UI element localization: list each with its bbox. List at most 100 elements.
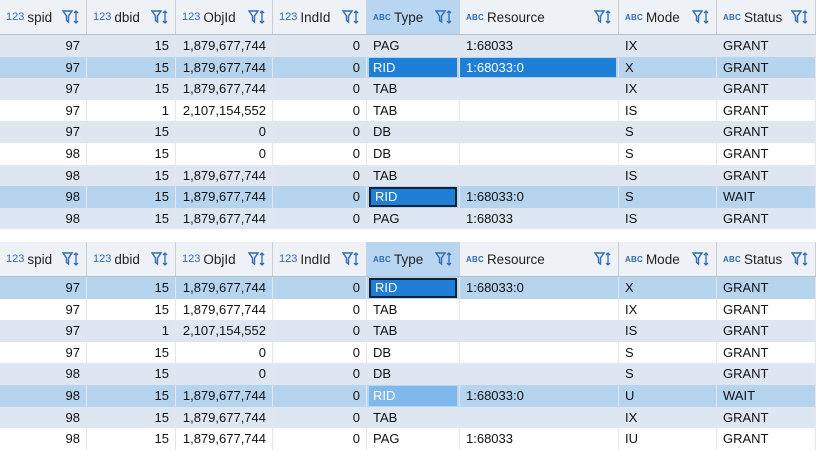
- cell-resource[interactable]: [460, 121, 619, 143]
- cell-status[interactable]: GRANT: [717, 298, 816, 321]
- cell-mode[interactable]: IX: [619, 406, 717, 429]
- cell-spid[interactable]: 97: [0, 320, 87, 342]
- cell-indid[interactable]: 0: [273, 164, 367, 187]
- column-header-spid[interactable]: 123 spid: [0, 242, 87, 276]
- filter-sort-icon[interactable]: [151, 251, 169, 267]
- cell-status[interactable]: WAIT: [717, 384, 816, 407]
- cell-dbid[interactable]: 15: [87, 78, 176, 100]
- cell-objid[interactable]: 0: [176, 121, 273, 143]
- cell-spid[interactable]: 97: [0, 277, 87, 299]
- cell-dbid[interactable]: 15: [87, 186, 176, 208]
- cell-type[interactable]: TAB: [367, 164, 460, 187]
- cell-status[interactable]: GRANT: [717, 406, 816, 429]
- cell-resource[interactable]: 1:68033:0: [460, 384, 619, 407]
- cell-type[interactable]: RID: [367, 384, 460, 407]
- cell-dbid[interactable]: 15: [87, 207, 176, 230]
- cell-type[interactable]: TAB: [367, 320, 460, 342]
- cell-objid[interactable]: 0: [176, 363, 273, 385]
- cell-spid[interactable]: 97: [0, 56, 87, 79]
- cell-resource[interactable]: [460, 406, 619, 429]
- cell-resource[interactable]: [460, 78, 619, 100]
- cell-type[interactable]: RID: [367, 277, 460, 299]
- cell-spid[interactable]: 98: [0, 186, 87, 208]
- cell-type[interactable]: TAB: [367, 406, 460, 429]
- cell-mode[interactable]: IS: [619, 320, 717, 342]
- cell-mode[interactable]: X: [619, 56, 717, 79]
- cell-objid[interactable]: 2,107,154,552: [176, 99, 273, 122]
- cell-dbid[interactable]: 15: [87, 384, 176, 407]
- cell-indid[interactable]: 0: [273, 320, 367, 342]
- table-row[interactable]: 97 15 0 0 DB S GRANT: [0, 341, 816, 364]
- cell-spid[interactable]: 97: [0, 121, 87, 143]
- cell-indid[interactable]: 0: [273, 142, 367, 165]
- table-row[interactable]: 98 15 1,879,677,744 0 RID 1:68033:0 U WAIT: [0, 384, 816, 407]
- filter-sort-icon[interactable]: [342, 9, 360, 25]
- cell-type[interactable]: PAG: [367, 207, 460, 230]
- cell-status[interactable]: GRANT: [717, 99, 816, 122]
- cell-resource[interactable]: [460, 320, 619, 342]
- cell-status[interactable]: GRANT: [717, 277, 816, 299]
- cell-dbid[interactable]: 15: [87, 363, 176, 385]
- table-row[interactable]: 98 15 1,879,677,744 0 RID 1:68033:0 S WAIT: [0, 186, 816, 208]
- column-header-resource[interactable]: ABC Resource: [460, 0, 619, 34]
- cell-spid[interactable]: 98: [0, 142, 87, 165]
- table-row[interactable]: 97 15 1,879,677,744 0 TAB IX GRANT: [0, 78, 816, 100]
- cell-dbid[interactable]: 1: [87, 99, 176, 122]
- cell-indid[interactable]: 0: [273, 186, 367, 208]
- table-row[interactable]: 97 15 1,879,677,744 0 TAB IX GRANT: [0, 298, 816, 321]
- cell-indid[interactable]: 0: [273, 35, 367, 57]
- cell-status[interactable]: GRANT: [717, 207, 816, 230]
- cell-type[interactable]: TAB: [367, 298, 460, 321]
- cell-mode[interactable]: S: [619, 142, 717, 165]
- cell-indid[interactable]: 0: [273, 121, 367, 143]
- cell-type[interactable]: DB: [367, 121, 460, 143]
- column-header-dbid[interactable]: 123 dbid: [87, 0, 176, 34]
- cell-spid[interactable]: 97: [0, 298, 87, 321]
- column-header-type[interactable]: ABC Type: [367, 242, 460, 276]
- column-header-objid[interactable]: 123 ObjId: [176, 0, 273, 34]
- cell-dbid[interactable]: 15: [87, 142, 176, 165]
- cell-indid[interactable]: 0: [273, 99, 367, 122]
- cell-spid[interactable]: 98: [0, 363, 87, 385]
- cell-status[interactable]: GRANT: [717, 121, 816, 143]
- column-header-status[interactable]: ABC Status: [717, 0, 816, 34]
- filter-sort-icon[interactable]: [248, 251, 266, 267]
- cell-objid[interactable]: 2,107,154,552: [176, 320, 273, 342]
- cell-mode[interactable]: X: [619, 277, 717, 299]
- cell-resource[interactable]: 1:68033:0: [460, 186, 619, 208]
- cell-spid[interactable]: 98: [0, 207, 87, 230]
- column-header-dbid[interactable]: 123 dbid: [87, 242, 176, 276]
- cell-type[interactable]: PAG: [367, 35, 460, 57]
- table-row[interactable]: 98 15 0 0 DB S GRANT: [0, 142, 816, 165]
- cell-resource[interactable]: 1:68033: [460, 35, 619, 57]
- cell-dbid[interactable]: 15: [87, 164, 176, 187]
- cell-status[interactable]: GRANT: [717, 341, 816, 364]
- cell-resource[interactable]: 1:68033: [460, 207, 619, 230]
- cell-type[interactable]: DB: [367, 363, 460, 385]
- cell-resource[interactable]: 1:68033:0: [460, 277, 619, 299]
- cell-resource[interactable]: [460, 298, 619, 321]
- filter-sort-icon[interactable]: [62, 9, 80, 25]
- cell-dbid[interactable]: 15: [87, 341, 176, 364]
- cell-mode[interactable]: IX: [619, 298, 717, 321]
- cell-status[interactable]: WAIT: [717, 186, 816, 208]
- cell-indid[interactable]: 0: [273, 298, 367, 321]
- cell-resource[interactable]: [460, 142, 619, 165]
- cell-mode[interactable]: U: [619, 384, 717, 407]
- cell-dbid[interactable]: 1: [87, 320, 176, 342]
- table-row[interactable]: 97 1 2,107,154,552 0 TAB IS GRANT: [0, 320, 816, 342]
- selected-cell[interactable]: RID: [369, 187, 457, 207]
- cell-resource[interactable]: [460, 341, 619, 364]
- cell-resource[interactable]: [460, 164, 619, 187]
- cell-indid[interactable]: 0: [273, 56, 367, 79]
- filter-sort-icon[interactable]: [594, 251, 612, 267]
- cell-objid[interactable]: 1,879,677,744: [176, 298, 273, 321]
- cell-status[interactable]: GRANT: [717, 363, 816, 385]
- cell-type[interactable]: RID: [367, 56, 460, 79]
- cell-resource[interactable]: 1:68033:0: [460, 56, 619, 79]
- cell-mode[interactable]: IX: [619, 35, 717, 57]
- filter-sort-icon[interactable]: [791, 9, 809, 25]
- cell-mode[interactable]: S: [619, 341, 717, 364]
- cell-indid[interactable]: 0: [273, 384, 367, 407]
- cell-spid[interactable]: 98: [0, 406, 87, 429]
